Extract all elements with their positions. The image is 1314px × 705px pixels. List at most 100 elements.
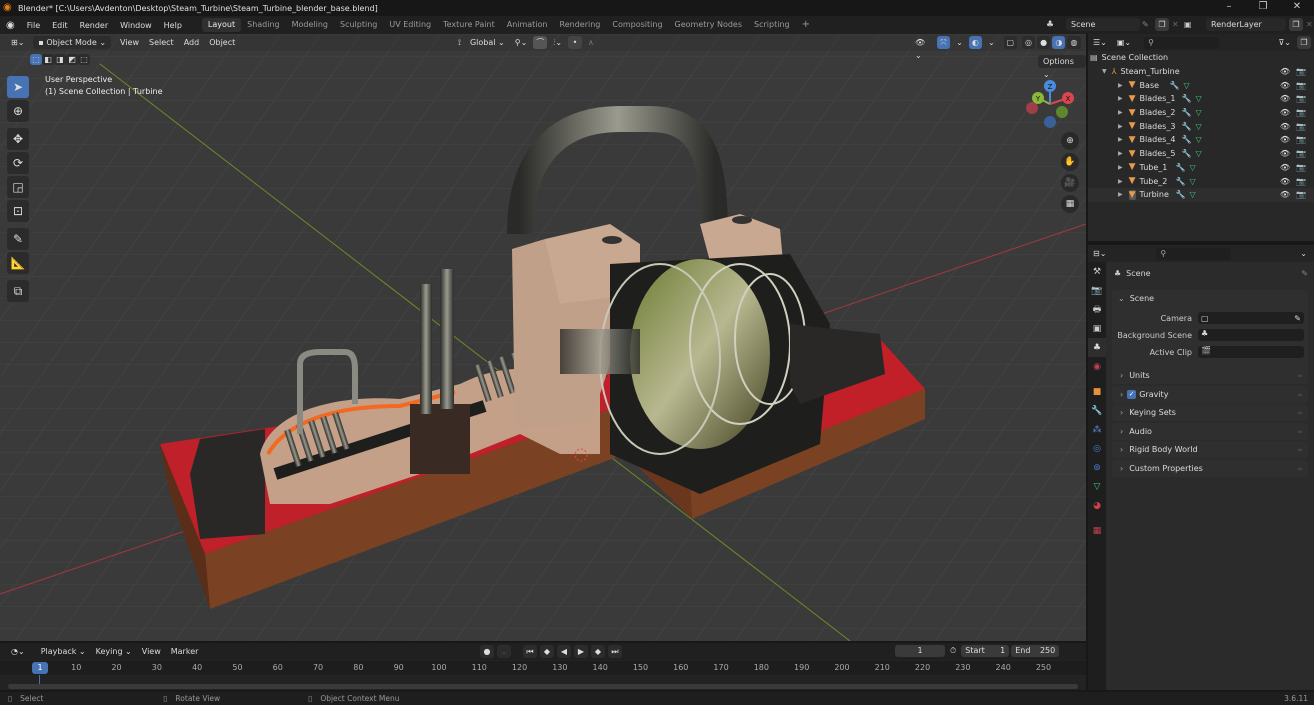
tab-shading[interactable]: Shading [241,18,286,32]
visibility-eye-icon[interactable]: 👁 [1280,135,1290,144]
render-camera-icon[interactable]: 📷 [1296,135,1306,144]
mesh-data-icon[interactable]: ▽ [1196,135,1202,144]
editor-type-icon[interactable]: ⊞⌄ [6,36,29,49]
tab-compositing[interactable]: Compositing [606,18,668,32]
outliner-row-object[interactable]: ▶ ▼ Base 🔧 ▽ 👁 📷 [1088,78,1314,92]
expand-arrow-icon[interactable]: ▶ [1118,191,1123,198]
expand-arrow-icon[interactable]: ▶ [1118,123,1123,130]
panel-units[interactable]: › Units ═ [1112,367,1308,384]
camera-view-icon[interactable]: 🎥 [1061,174,1079,192]
add-workspace-button[interactable]: + [796,18,816,32]
panel-audio[interactable]: › Audio ═ [1112,423,1308,440]
jump-next-keyframe-icon[interactable]: ◆ [591,645,605,658]
outliner-row-object[interactable]: ▶ ▼ Blades_3 🔧 ▽ 👁 📷 [1088,119,1314,133]
render-camera-icon[interactable]: 📷 [1296,149,1306,158]
options-dropdown[interactable]: Options ⌄ [1038,55,1086,79]
gizmo-dropdown-icon[interactable]: ⌄ [951,36,968,49]
record-options-icon[interactable]: ⌄ [497,645,511,658]
outliner-row-object[interactable]: ▶ ▼ Blades_1 🔧 ▽ 👁 📷 [1088,92,1314,106]
drag-handle-icon[interactable]: ═ [1298,391,1302,399]
cursor-tool-icon[interactable]: ⊕ [7,100,29,122]
menu-add[interactable]: Add [179,36,205,49]
outliner-row-object[interactable]: ▶ ▼ Blades_5 🔧 ▽ 👁 📷 [1088,147,1314,161]
menu-view[interactable]: View [115,36,144,49]
outliner-row-collection[interactable]: ▼ ⅄ Steam_Turbine 👁 📷 [1088,65,1314,79]
overlay-toggle-icon[interactable]: ◐ [968,36,982,49]
render-camera-icon[interactable]: 📷 [1296,190,1306,199]
shading-solid-icon[interactable]: ● [1037,36,1051,49]
display-mode-icon[interactable]: ▣⌄ [1112,36,1136,49]
shading-material-icon[interactable]: ◑ [1052,36,1066,49]
new-scene-icon[interactable]: ❐ [1155,18,1169,31]
mesh-data-icon[interactable]: ▽ [1196,149,1202,158]
menu-playback[interactable]: Playback ⌄ [36,645,91,658]
properties-search-input[interactable]: ⚲ [1156,247,1232,260]
3d-viewport[interactable]: ⊞⌄ ▪ Object Mode ⌄ View Select Add Objec… [0,34,1086,641]
jump-start-icon[interactable]: ⏮ [523,645,537,658]
render-camera-icon[interactable]: 📷 [1296,108,1306,117]
eyedropper-icon[interactable]: ✎ [1294,314,1301,323]
render-camera-icon[interactable]: 📷 [1296,81,1306,90]
panel-custom-properties[interactable]: › Custom Properties ═ [1112,460,1308,477]
new-collection-icon[interactable]: ❐ [1297,36,1311,49]
mesh-data-icon[interactable]: ▽ [1184,81,1190,90]
collapse-arrow-icon[interactable]: ▼ [1102,68,1107,75]
tab-texture-paint[interactable]: Texture Paint [437,18,501,32]
properties-editor-type-icon[interactable]: ⊟⌄ [1088,247,1111,260]
background-scene-field[interactable]: ♣ [1198,329,1304,341]
visibility-eye-icon[interactable]: 👁 [1280,163,1290,172]
visibility-eye-icon[interactable]: 👁 [1280,67,1290,76]
measure-tool-icon[interactable]: 📐 [7,252,29,274]
render-camera-icon[interactable]: 📷 [1296,163,1306,172]
tab-rendering[interactable]: Rendering [554,18,607,32]
minimize-icon[interactable]: – [1212,0,1246,16]
close-icon[interactable]: ✕ [1280,0,1314,16]
drag-handle-icon[interactable]: ═ [1298,446,1302,454]
navigation-gizmo[interactable]: Z Y X [1026,78,1078,130]
end-frame-field[interactable]: End 250 [1011,645,1060,657]
properties-options-icon[interactable]: ⌄ [1295,247,1312,260]
new-view-layer-icon[interactable]: ❐ [1289,18,1303,31]
modifier-tab-icon[interactable]: 🔧 [1088,401,1106,420]
expand-arrow-icon[interactable]: ▶ [1118,178,1123,185]
tab-uv-editing[interactable]: UV Editing [383,18,437,32]
outliner-row-object[interactable]: ▶ ▼ Tube_1 🔧 ▽ 👁 📷 [1088,161,1314,175]
gravity-checkbox[interactable]: ✓ [1127,390,1137,399]
tab-animation[interactable]: Animation [501,18,554,32]
tool-tab-icon[interactable]: ⚒ [1088,262,1106,281]
menu-render[interactable]: Render [74,21,114,30]
modifier-wrench-icon[interactable]: 🔧 [1170,81,1180,90]
expand-arrow-icon[interactable]: ▶ [1118,164,1123,171]
remove-scene-icon[interactable]: ✕ [1172,20,1182,29]
play-reverse-icon[interactable]: ◀ [557,645,571,658]
tab-scripting[interactable]: Scripting [748,18,796,32]
snap-target-icon[interactable]: ⫶⌄ [548,36,567,49]
render-camera-icon[interactable]: 📷 [1296,177,1306,186]
scale-tool-icon[interactable]: ◲ [7,176,29,198]
output-tab-icon[interactable]: 🖶 [1088,300,1106,319]
select-extend-icon[interactable]: ◧ [42,54,54,65]
snap-toggle-icon[interactable]: ⌒ [533,36,548,49]
menu-object[interactable]: Object [204,36,240,49]
render-camera-icon[interactable]: 📷 [1296,122,1306,131]
move-tool-icon[interactable]: ✥ [7,128,29,150]
filter-icon[interactable]: ⊽⌄ [1273,36,1296,49]
render-tab-icon[interactable]: 📷 [1088,281,1106,300]
annotate-tool-icon[interactable]: ✎ [7,228,29,250]
data-tab-icon[interactable]: ▽ [1088,477,1106,496]
particles-tab-icon[interactable]: ⁂ [1088,420,1106,439]
mesh-data-icon[interactable]: ▽ [1196,108,1202,117]
timeline-scrollbar[interactable] [8,684,1078,689]
rotate-tool-icon[interactable]: ⟳ [7,152,29,174]
outliner-row-scene-collection[interactable]: ▤ Scene Collection [1088,51,1314,65]
modifier-wrench-icon[interactable]: 🔧 [1182,122,1192,131]
visibility-eye-icon[interactable]: 👁 [1280,94,1290,103]
jump-end-icon[interactable]: ⏭ [608,645,622,658]
outliner-search-input[interactable]: ⚲ [1144,36,1220,49]
mesh-data-icon[interactable]: ▽ [1190,163,1196,172]
panel-rigid-body-world[interactable]: › Rigid Body World ═ [1112,441,1308,458]
mesh-data-icon[interactable]: ▽ [1196,122,1202,131]
current-frame-field[interactable]: 1 [895,645,945,657]
timeline-editor-type-icon[interactable]: ◔⌄ [6,645,30,658]
view-layer-tab-icon[interactable]: ▣ [1088,319,1106,338]
